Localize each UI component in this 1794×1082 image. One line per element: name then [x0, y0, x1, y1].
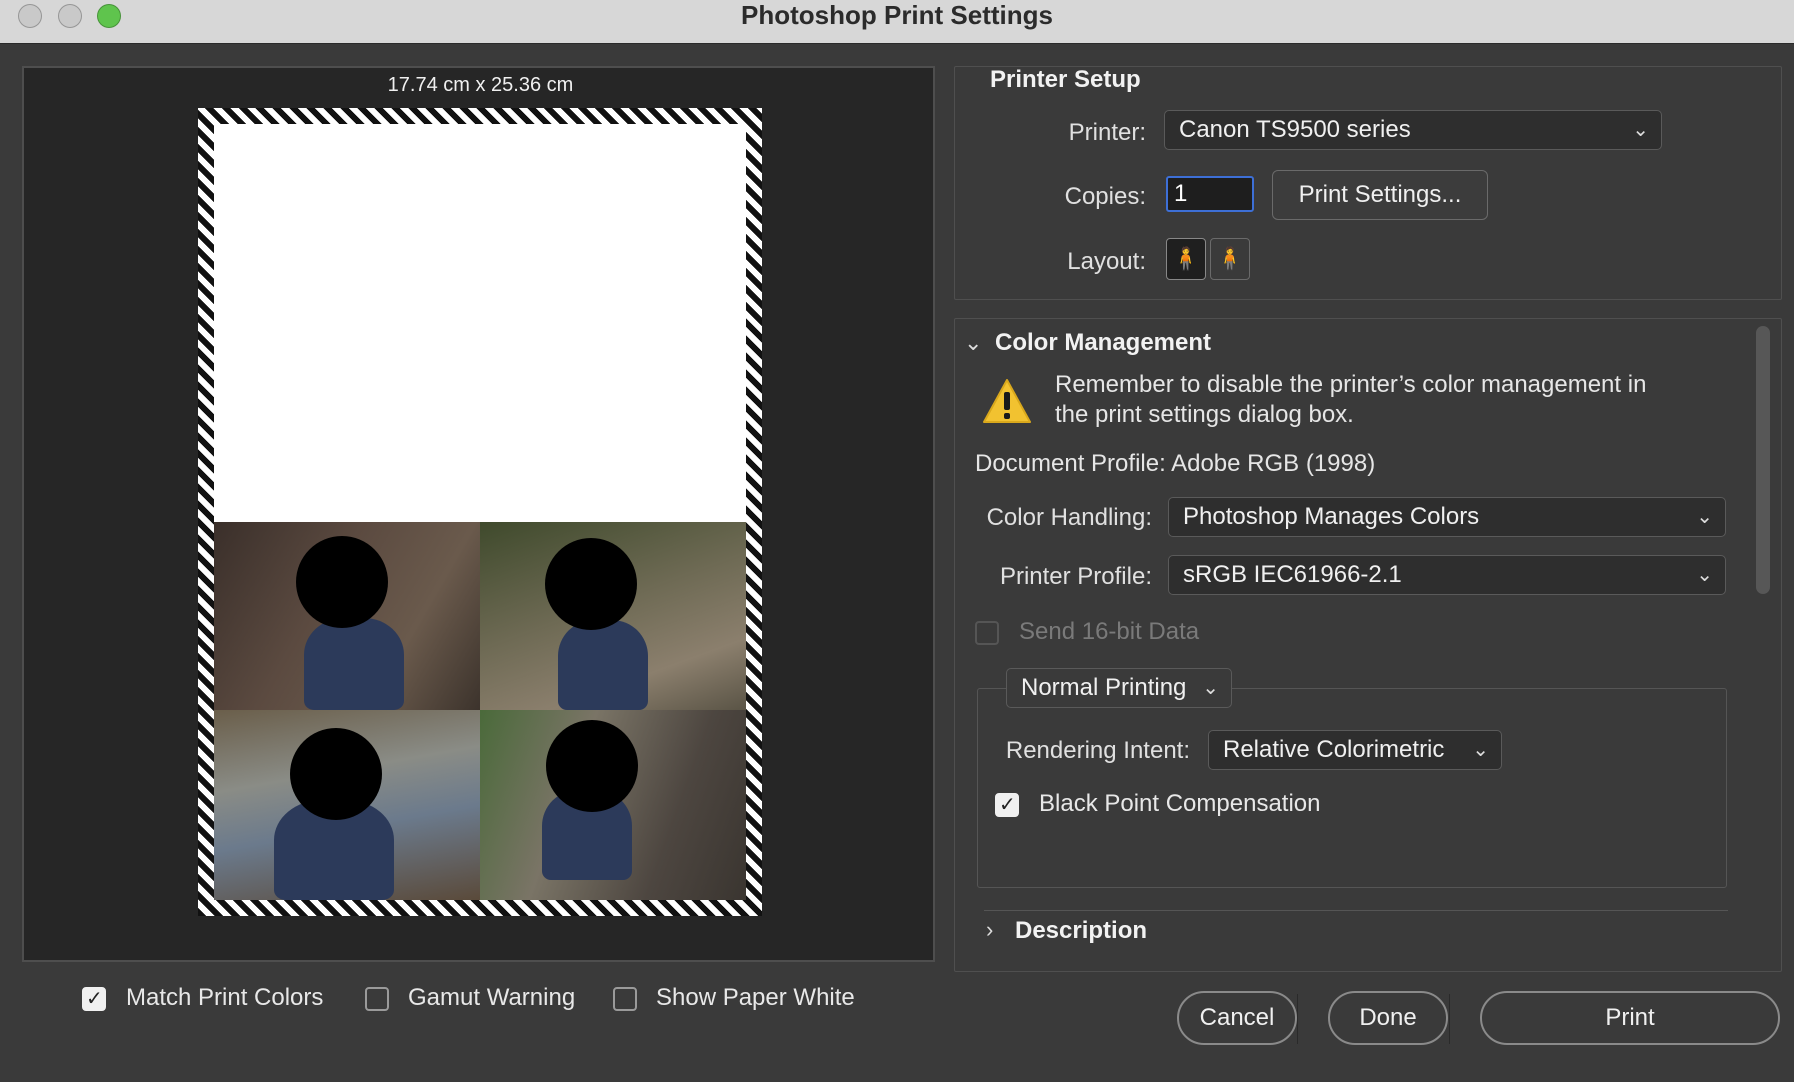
- contact-sheet-photo: [480, 710, 746, 900]
- done-button[interactable]: Done: [1328, 991, 1448, 1045]
- send-16bit-label: Send 16-bit Data: [1019, 618, 1200, 645]
- send-16bit-checkbox[interactable]: [975, 621, 999, 645]
- print-settings-button[interactable]: Print Settings...: [1272, 170, 1488, 220]
- color-handling-select[interactable]: Photoshop Manages Colors ⌄: [1168, 497, 1726, 537]
- copies-label: Copies:: [1064, 183, 1146, 210]
- warning-icon: [983, 379, 1031, 423]
- printing-options-group: [977, 688, 1727, 888]
- gamut-warning-label: Gamut Warning: [408, 984, 576, 1011]
- print-mode-select[interactable]: Normal Printing ⌄: [1006, 668, 1232, 708]
- cancel-button[interactable]: Cancel: [1177, 991, 1297, 1045]
- chevron-down-icon: ⌄: [1202, 677, 1219, 699]
- face-redaction: [296, 536, 388, 628]
- rendering-intent-value: Relative Colorimetric: [1223, 736, 1445, 763]
- description-title[interactable]: Description: [1015, 917, 1147, 945]
- printer-select[interactable]: Canon TS9500 series ⌄: [1164, 110, 1662, 150]
- printer-profile-select[interactable]: sRGB IEC61966-2.1 ⌄: [1168, 555, 1726, 595]
- face-redaction: [546, 720, 638, 812]
- show-paper-white-label: Show Paper White: [656, 984, 855, 1011]
- paper-sheet[interactable]: [198, 108, 762, 916]
- document-profile-text: Document Profile: Adobe RGB (1998): [975, 450, 1376, 477]
- chevron-down-icon[interactable]: ⌄: [964, 330, 982, 356]
- chevron-right-icon[interactable]: ›: [986, 917, 993, 943]
- color-management-title[interactable]: Color Management: [995, 329, 1211, 357]
- contact-sheet-photo: [214, 522, 480, 710]
- chevron-down-icon: ⌄: [1696, 564, 1713, 586]
- print-button[interactable]: Print: [1480, 991, 1780, 1045]
- chevron-down-icon: ⌄: [1696, 506, 1713, 528]
- title-bar: Photoshop Print Settings: [0, 0, 1794, 44]
- portrait-layout-icon[interactable]: 🧍: [1166, 238, 1206, 280]
- landscape-layout-icon[interactable]: 🧍: [1210, 238, 1250, 280]
- printer-setup-title: Printer Setup: [990, 66, 1141, 93]
- contact-sheet-photo: [214, 710, 480, 900]
- layout-label: Layout:: [1067, 248, 1146, 275]
- printer-profile-value: sRGB IEC61966-2.1: [1183, 561, 1402, 588]
- printer-value: Canon TS9500 series: [1179, 116, 1411, 143]
- color-handling-value: Photoshop Manages Colors: [1183, 503, 1480, 530]
- print-mode-value: Normal Printing: [1021, 674, 1187, 701]
- face-redaction: [290, 728, 382, 820]
- button-separator: [1449, 994, 1450, 1044]
- contact-sheet-photo: [480, 522, 746, 710]
- match-print-colors-label: Match Print Colors: [126, 984, 324, 1011]
- chevron-down-icon: ⌄: [1472, 739, 1489, 761]
- paper-size-label: 17.74 cm x 25.36 cm: [387, 74, 574, 96]
- color-handling-label: Color Handling:: [986, 504, 1152, 531]
- section-divider: [984, 910, 1728, 911]
- print-preview-area: 17.74 cm x 25.36 cm: [22, 66, 935, 962]
- button-separator: [1297, 994, 1298, 1044]
- printable-area: [214, 124, 746, 900]
- printer-label: Printer:: [1068, 119, 1146, 146]
- black-point-compensation-label: Black Point Compensation: [1039, 790, 1321, 817]
- face-redaction: [545, 538, 637, 630]
- rendering-intent-select[interactable]: Relative Colorimetric ⌄: [1208, 730, 1502, 770]
- window-title: Photoshop Print Settings: [741, 0, 1053, 30]
- rendering-intent-label: Rendering Intent:: [1005, 737, 1190, 764]
- color-management-warning: Remember to disable the printer’s color …: [1055, 371, 1647, 428]
- scrollbar-thumb[interactable]: [1756, 326, 1770, 594]
- chevron-down-icon: ⌄: [1632, 119, 1649, 141]
- gamut-warning-checkbox[interactable]: [365, 987, 389, 1011]
- show-paper-white-checkbox[interactable]: [613, 987, 637, 1011]
- black-point-compensation-checkbox[interactable]: [995, 792, 1019, 817]
- scrollbar[interactable]: [1752, 326, 1774, 966]
- match-print-colors-checkbox[interactable]: [82, 986, 106, 1011]
- copies-input[interactable]: 1: [1166, 176, 1254, 212]
- printer-profile-label: Printer Profile:: [999, 563, 1152, 590]
